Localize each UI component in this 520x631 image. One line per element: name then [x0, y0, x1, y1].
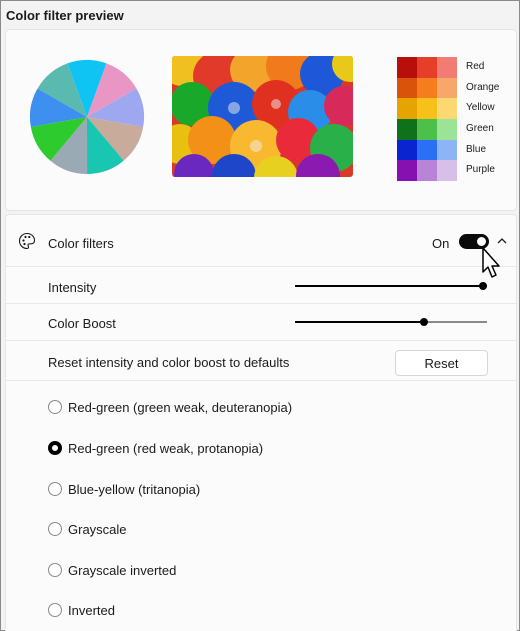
color-swatch: [437, 57, 457, 78]
color-swatch: [437, 77, 457, 99]
color-swatch: [417, 57, 437, 78]
swatch-label: Red: [466, 61, 485, 72]
color-swatch-grid: [397, 57, 457, 182]
color-swatch: [417, 139, 437, 161]
color-swatch: [397, 160, 417, 182]
color-swatch: [417, 98, 437, 120]
settings-window: Color filter preview Red Orange Yellow G…: [0, 0, 520, 631]
radio-button[interactable]: [48, 482, 62, 496]
intensity-slider-thumb[interactable]: [479, 282, 487, 290]
filter-option[interactable]: Inverted: [6, 603, 516, 631]
filter-option-label: Red-green (green weak, deuteranopia): [68, 400, 293, 415]
radio-button[interactable]: [48, 603, 62, 617]
preview-panel: Red Orange Yellow Green Blue Purple: [5, 29, 517, 211]
color-filters-panel: Color filters On Intensity Color Boost R…: [5, 214, 517, 631]
color-swatch: [437, 98, 457, 120]
swatch-label: Blue: [466, 143, 487, 155]
filter-option[interactable]: Grayscale: [6, 522, 516, 562]
swatch-label: Orange: [466, 81, 500, 93]
preview-pie-chart: [29, 59, 145, 175]
intensity-slider-fill: [295, 285, 483, 287]
intensity-label: Intensity: [48, 280, 97, 295]
filter-option-label: Grayscale inverted: [68, 563, 177, 578]
filter-option-label: Grayscale: [68, 522, 127, 537]
intensity-row: Intensity: [6, 267, 516, 304]
radio-button[interactable]: [48, 522, 62, 536]
filter-option-label: Inverted: [68, 603, 115, 618]
color-swatch: [417, 119, 437, 140]
color-swatch: [437, 139, 457, 161]
color-swatch: [397, 98, 417, 120]
filter-option[interactable]: Red-green (green weak, deuteranopia): [6, 400, 516, 440]
radio-button[interactable]: [48, 563, 62, 577]
color-swatch-labels: Red Orange Yellow Green Blue Purple: [466, 57, 499, 181]
palette-icon: [19, 232, 36, 250]
swatch-label: Yellow: [466, 102, 495, 114]
radio-button[interactable]: [48, 441, 62, 455]
color-swatch: [437, 160, 457, 182]
filter-option-label: Blue-yellow (tritanopia): [68, 482, 201, 497]
color-swatch: [397, 57, 417, 78]
color-boost-row: Color Boost: [6, 304, 516, 341]
filter-option[interactable]: Red-green (red weak, protanopia): [6, 441, 516, 481]
color-boost-slider-thumb[interactable]: [420, 318, 428, 326]
color-swatch: [397, 119, 417, 140]
intensity-slider[interactable]: [295, 279, 487, 293]
color-swatch: [437, 119, 457, 140]
filter-option-label: Red-green (red weak, protanopia): [68, 441, 264, 456]
color-boost-slider-fill: [295, 321, 424, 323]
color-swatch: [417, 160, 437, 182]
color-boost-slider[interactable]: [295, 315, 487, 329]
toggle-state-label: On: [432, 236, 450, 251]
reset-description: Reset intensity and color boost to defau…: [48, 355, 290, 370]
color-filters-header[interactable]: Color filters On: [6, 215, 516, 278]
swatch-label: Green: [466, 123, 494, 135]
color-swatch: [397, 139, 417, 161]
toggle-knob: [477, 237, 486, 246]
color-boost-slider-track: [424, 321, 487, 323]
page-title: Color filter preview: [6, 8, 124, 23]
reset-row: Reset intensity and color boost to defau…: [6, 341, 516, 381]
chevron-up-icon[interactable]: [496, 236, 508, 246]
color-boost-label: Color Boost: [48, 316, 116, 331]
swatch-label: Purple: [466, 164, 495, 176]
color-swatch: [397, 77, 417, 99]
reset-button[interactable]: Reset: [395, 350, 488, 376]
filter-option[interactable]: Blue-yellow (tritanopia): [6, 482, 516, 522]
color-filters-label: Color filters: [48, 236, 114, 251]
preview-photo: [172, 56, 353, 177]
filter-option[interactable]: Grayscale inverted: [6, 563, 516, 603]
radio-button[interactable]: [48, 400, 62, 414]
color-swatch: [417, 77, 437, 99]
